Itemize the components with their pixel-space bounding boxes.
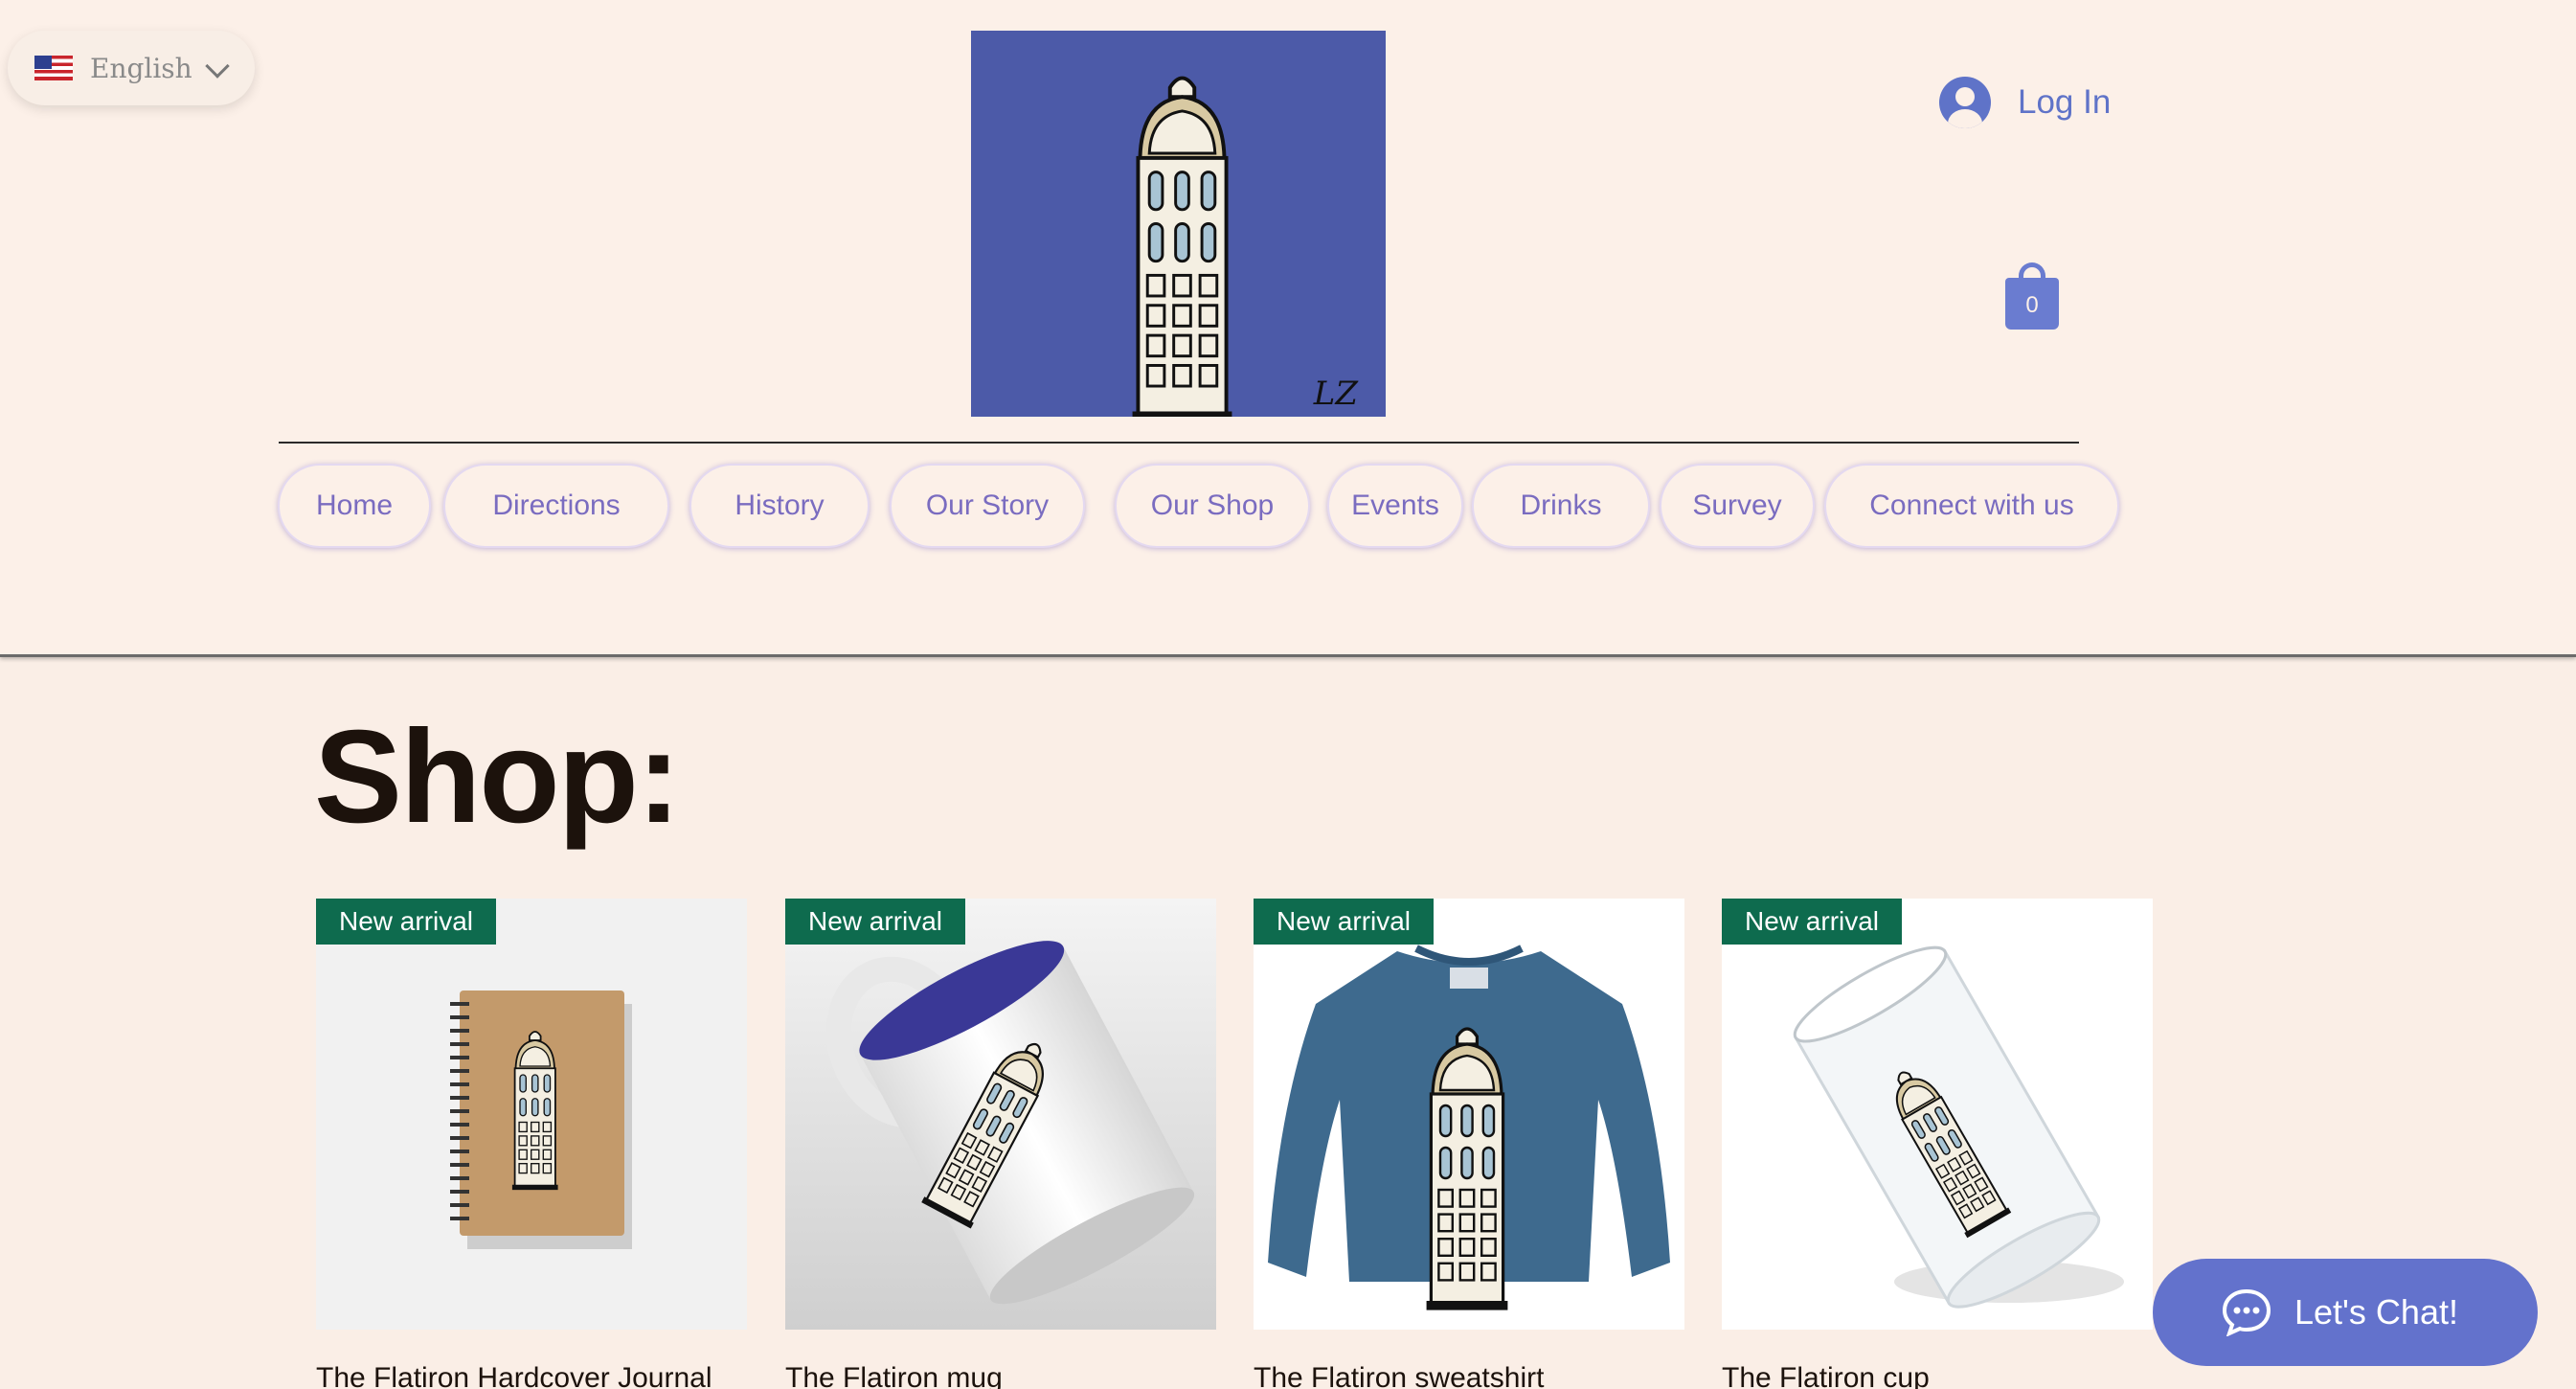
language-label: English xyxy=(90,52,192,84)
nav-events[interactable]: Events xyxy=(1327,464,1463,548)
product-card[interactable]: New arrival The Flatiron cup xyxy=(1722,899,2153,1389)
product-name[interactable]: The Flatiron Hardcover Journal xyxy=(316,1362,747,1389)
product-name[interactable]: The Flatiron cup xyxy=(1722,1362,2153,1389)
shop-heading: Shop: xyxy=(314,703,681,851)
product-image-cup[interactable]: New arrival xyxy=(1722,899,2153,1330)
login-label: Log In xyxy=(2018,83,2112,121)
nav-connect-with-us[interactable]: Connect with us xyxy=(1824,464,2119,548)
product-image-mug[interactable]: New arrival xyxy=(785,899,1216,1330)
product-name[interactable]: The Flatiron mug xyxy=(785,1362,1216,1389)
product-image-sweatshirt[interactable]: New arrival xyxy=(1254,899,1684,1330)
new-arrival-badge: New arrival xyxy=(785,899,966,945)
cart-count: 0 xyxy=(2025,292,2039,318)
header-divider xyxy=(279,442,2079,444)
cart-button[interactable]: 0 xyxy=(2005,262,2059,330)
main-nav: Home Directions History Our Story Our Sh… xyxy=(0,464,2576,550)
login-button[interactable]: Log In xyxy=(1939,77,2111,128)
user-avatar-icon xyxy=(1939,77,1991,128)
nav-our-story[interactable]: Our Story xyxy=(890,464,1085,548)
us-flag-icon xyxy=(34,56,73,80)
language-selector[interactable]: English xyxy=(8,31,255,105)
nav-history[interactable]: History xyxy=(689,464,870,548)
nav-drinks[interactable]: Drinks xyxy=(1472,464,1650,548)
chat-label: Let's Chat! xyxy=(2294,1292,2458,1332)
flatiron-logo-illustration: LZ xyxy=(1130,76,1360,417)
chat-bubble-icon xyxy=(2222,1288,2271,1336)
logo-signature: LZ xyxy=(1313,375,1360,413)
new-arrival-badge: New arrival xyxy=(1722,899,1903,945)
site-header: English LZ Log In 0 Home Directions Hist… xyxy=(0,0,2576,657)
nav-survey[interactable]: Survey xyxy=(1660,464,1815,548)
product-card[interactable]: New arrival The Flatiron mug xyxy=(785,899,1216,1389)
site-logo[interactable]: LZ xyxy=(971,31,1386,417)
product-image-journal[interactable]: New arrival xyxy=(316,899,747,1330)
product-card[interactable]: New arrival The Flatiron Hardcover Journ… xyxy=(316,899,747,1389)
new-arrival-badge: New arrival xyxy=(316,899,497,945)
nav-home[interactable]: Home xyxy=(278,464,431,548)
nav-directions[interactable]: Directions xyxy=(443,464,669,548)
chevron-down-icon xyxy=(205,54,230,79)
product-card[interactable]: New arrival The Flatiron sweatshirt xyxy=(1254,899,1684,1389)
nav-our-shop[interactable]: Our Shop xyxy=(1115,464,1310,548)
new-arrival-badge: New arrival xyxy=(1254,899,1435,945)
product-name[interactable]: The Flatiron sweatshirt xyxy=(1254,1362,1684,1389)
chat-button[interactable]: Let's Chat! xyxy=(2153,1259,2538,1366)
